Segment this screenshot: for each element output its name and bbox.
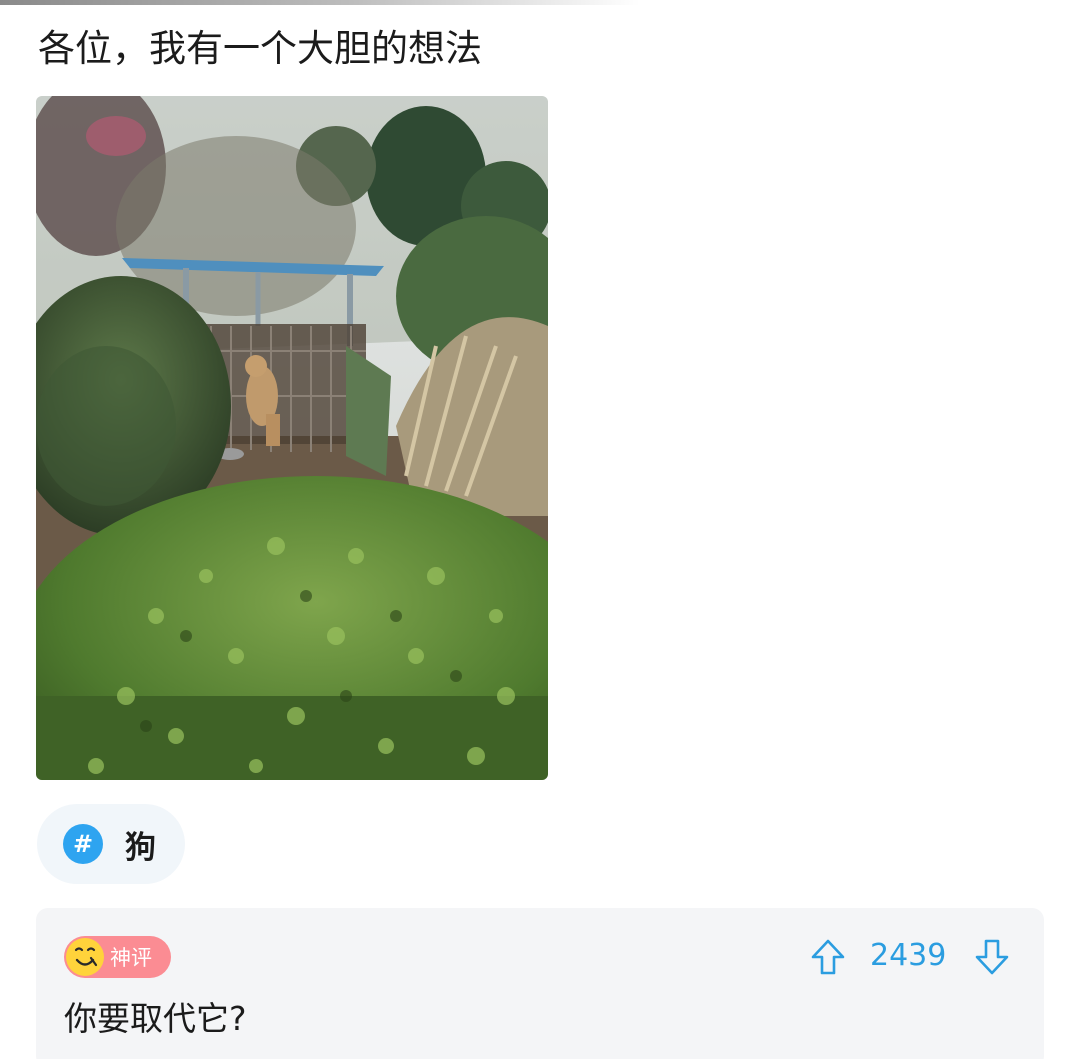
post-title: 各位，我有一个大胆的想法	[38, 27, 482, 70]
dog-cage-garden-photo	[36, 96, 548, 780]
top-progress-fade	[0, 0, 640, 5]
smiley-face-icon	[66, 938, 104, 976]
topic-tag-chip[interactable]: # 狗	[37, 804, 185, 884]
god-comment-badge: 神评	[64, 936, 171, 978]
comment-text: 你要取代它?	[64, 999, 247, 1038]
hashtag-icon: #	[63, 824, 103, 864]
downvote-arrow-icon[interactable]	[974, 938, 1010, 976]
badge-label: 神评	[110, 946, 152, 970]
post-image[interactable]	[36, 96, 548, 780]
topic-tag-label: 狗	[125, 829, 156, 866]
hot-comment-card[interactable]: 神评 2439 你要取代它?	[36, 908, 1044, 1059]
vote-count: 2439	[870, 938, 947, 973]
upvote-arrow-icon[interactable]	[810, 938, 846, 976]
